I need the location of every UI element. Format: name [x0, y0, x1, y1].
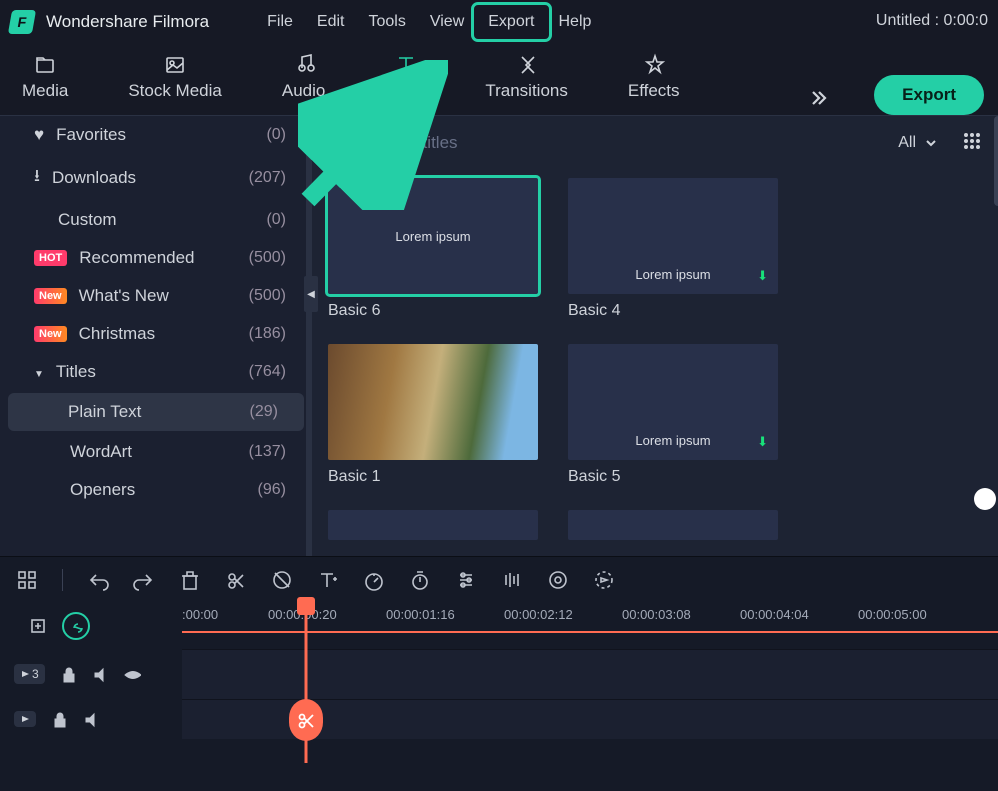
menu-edit[interactable]: Edit — [305, 7, 357, 37]
category-sidebar: ♥Favorites (0) ⭳Downloads (207) Custom (… — [0, 116, 312, 556]
effects-icon — [643, 53, 665, 75]
menu-help[interactable]: Help — [547, 7, 604, 37]
add-text-icon[interactable] — [317, 569, 339, 591]
delete-icon[interactable] — [179, 569, 201, 591]
download-icon[interactable]: ⬇ — [757, 268, 768, 284]
tab-stock-media[interactable]: Stock Media — [120, 47, 230, 115]
scissors-icon — [297, 711, 315, 729]
timeline-track-1[interactable]: 3 — [0, 649, 998, 699]
timeline-ruler-row: :00:00 00:00:00:20 00:00:01:16 00:00:02:… — [0, 603, 998, 649]
menu-view[interactable]: View — [418, 7, 476, 37]
grid-icon — [962, 131, 982, 151]
chevron-down-icon — [34, 362, 44, 382]
search-placeholder: Search titles — [364, 133, 458, 153]
link-clips-button[interactable] — [62, 612, 90, 640]
timeline-track-2[interactable] — [0, 699, 998, 739]
chevron-down-icon — [924, 136, 938, 150]
sidebar-item-favorites[interactable]: ♥Favorites (0) — [0, 116, 312, 154]
scrollbar[interactable] — [994, 116, 998, 556]
heart-icon: ♥ — [34, 125, 44, 145]
add-marker-icon[interactable] — [28, 616, 48, 636]
undo-icon[interactable] — [87, 569, 109, 591]
render-icon[interactable] — [593, 569, 615, 591]
new-badge: New — [34, 326, 67, 342]
redo-icon[interactable] — [133, 569, 155, 591]
title-tile-basic-1[interactable]: Basic 1 — [328, 344, 538, 486]
lock-icon[interactable] — [59, 665, 77, 683]
title-bar: F Wondershare Filmora File Edit Tools Vi… — [0, 0, 998, 44]
sidebar-item-whats-new[interactable]: NewWhat's New (500) — [0, 277, 312, 315]
collapse-panel-button[interactable]: ◀ — [304, 276, 318, 312]
tab-transitions[interactable]: Transitions — [477, 47, 576, 115]
view-grid-button[interactable] — [962, 131, 982, 156]
tab-titles[interactable]: Titles — [377, 47, 433, 115]
title-tile-row3b[interactable] — [568, 510, 778, 540]
visibility-icon[interactable] — [123, 665, 141, 683]
tab-audio[interactable]: Audio — [274, 47, 333, 115]
sidebar-item-plain-text[interactable]: Plain Text (29) — [8, 393, 304, 431]
library-tabs: Media Stock Media Audio Titles Transitio… — [0, 44, 998, 116]
sidebar-item-openers[interactable]: Openers (96) — [0, 471, 312, 509]
speed-icon[interactable] — [363, 569, 385, 591]
timer-icon[interactable] — [409, 569, 431, 591]
title-tile-row3a[interactable] — [328, 510, 538, 540]
sidebar-item-christmas[interactable]: NewChristmas (186) — [0, 315, 312, 353]
timeline-toolbar — [0, 557, 998, 603]
download-icon: ⭳ — [34, 163, 40, 192]
timeline-ruler[interactable]: :00:00 00:00:00:20 00:00:01:16 00:00:02:… — [182, 603, 998, 649]
text-icon — [394, 53, 416, 75]
search-icon — [332, 132, 354, 154]
folder-icon — [34, 53, 56, 75]
mute-icon[interactable] — [91, 665, 109, 683]
document-title: Untitled : 0:00:0 — [876, 12, 988, 30]
hot-badge: HOT — [34, 250, 67, 266]
track-video-badge[interactable]: 3 — [14, 664, 45, 684]
sidebar-item-recommended[interactable]: HOTRecommended (500) — [0, 239, 312, 277]
title-tile-basic-5[interactable]: Lorem ipsum ⬇ Basic 5 — [568, 344, 778, 486]
equalizer-icon[interactable] — [501, 569, 523, 591]
music-note-icon — [293, 53, 315, 75]
playhead-split-button[interactable] — [289, 699, 323, 741]
lock-icon[interactable] — [50, 710, 68, 728]
adjust-icon[interactable] — [455, 569, 477, 591]
title-tile-basic-4[interactable]: Lorem ipsum ⬇ Basic 4 — [568, 178, 778, 320]
transitions-icon — [516, 53, 538, 75]
sidebar-item-custom[interactable]: Custom (0) — [0, 201, 312, 239]
timeline-panel: :00:00 00:00:00:20 00:00:01:16 00:00:02:… — [0, 556, 998, 791]
library-body: ♥Favorites (0) ⭳Downloads (207) Custom (… — [0, 116, 998, 556]
search-input[interactable]: Search titles — [332, 132, 874, 154]
title-tile-basic-6[interactable]: Lorem ipsum Basic 6 — [328, 178, 538, 320]
menu-tools[interactable]: Tools — [357, 7, 418, 37]
split-icon[interactable] — [225, 569, 247, 591]
crop-icon[interactable] — [271, 569, 293, 591]
export-button[interactable]: Export — [874, 75, 984, 115]
more-tabs-button[interactable] — [806, 86, 830, 115]
image-icon — [164, 53, 186, 75]
thumbnail-image — [328, 344, 538, 460]
menu-export[interactable]: Export — [476, 7, 546, 37]
app-logo-icon: F — [8, 10, 36, 34]
link-icon — [68, 618, 84, 634]
main-menu: File Edit Tools View Export Help — [255, 7, 603, 37]
apps-icon[interactable] — [16, 569, 38, 591]
menu-file[interactable]: File — [255, 7, 305, 37]
sidebar-item-titles[interactable]: Titles (764) — [0, 353, 312, 391]
sidebar-item-wordart[interactable]: WordArt (137) — [0, 433, 312, 471]
mute-icon[interactable] — [82, 710, 100, 728]
color-icon[interactable] — [547, 569, 569, 591]
filter-dropdown[interactable]: All — [888, 128, 948, 158]
titles-grid-panel: Search titles All ◀ Lorem ipsum Basic 6 … — [312, 116, 998, 556]
sidebar-item-downloads[interactable]: ⭳Downloads (207) — [0, 154, 312, 201]
tab-effects[interactable]: Effects — [620, 47, 688, 115]
tab-media[interactable]: Media — [14, 47, 76, 115]
download-icon[interactable]: ⬇ — [757, 434, 768, 450]
app-name: Wondershare Filmora — [46, 12, 209, 32]
track-video-badge[interactable] — [14, 711, 36, 727]
help-bubble-icon[interactable] — [974, 488, 996, 510]
new-badge: New — [34, 288, 67, 304]
